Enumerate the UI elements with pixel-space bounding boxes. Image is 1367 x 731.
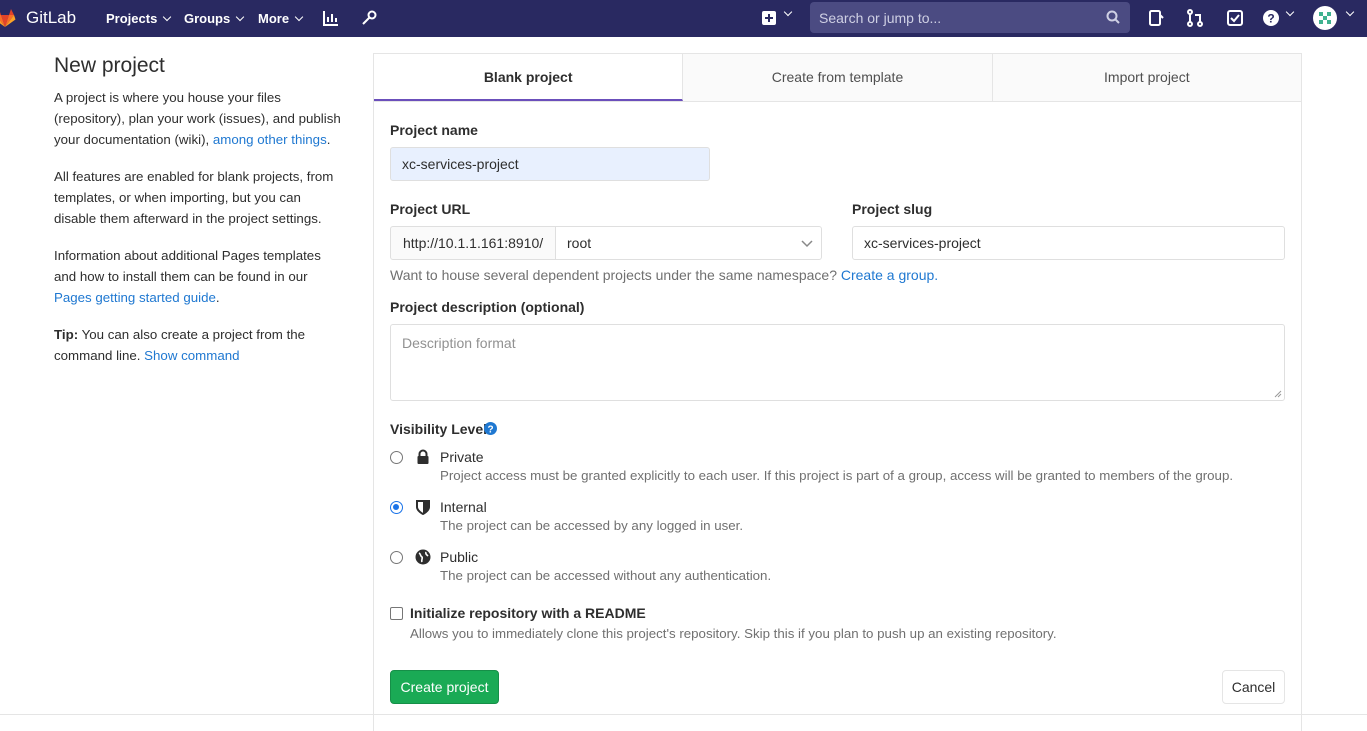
project-name-label: Project name bbox=[390, 122, 478, 138]
intro-paragraph: A project is where you house your files … bbox=[54, 87, 344, 150]
init-readme-checkbox[interactable] bbox=[390, 607, 403, 620]
visibility-public-title: Public bbox=[440, 549, 479, 565]
cancel-button[interactable]: Cancel bbox=[1222, 670, 1285, 704]
project-slug-label: Project slug bbox=[852, 201, 933, 217]
features-paragraph: All features are enabled for blank proje… bbox=[54, 169, 334, 226]
question-circle-icon[interactable]: ? bbox=[484, 422, 497, 435]
url-prefix: http://10.1.1.161:8910/ bbox=[390, 226, 556, 260]
nav-more-label: More bbox=[258, 11, 290, 26]
search-input[interactable]: Search or jump to... bbox=[810, 2, 1130, 33]
init-readme-label[interactable]: Initialize repository with a README bbox=[410, 605, 646, 621]
visibility-public-radio[interactable] bbox=[390, 551, 403, 564]
project-slug-value: xc-services-project bbox=[864, 235, 981, 251]
search-placeholder: Search or jump to... bbox=[819, 10, 942, 26]
project-name-input[interactable]: xc-services-project bbox=[390, 147, 710, 181]
tip-paragraph: Tip: You can also create a project from … bbox=[54, 324, 344, 366]
pages-text: Information about additional Pages templ… bbox=[54, 248, 321, 284]
tab-create-from-template[interactable]: Create from template bbox=[683, 54, 993, 101]
nav-projects-label: Projects bbox=[106, 11, 158, 26]
tab-blank-project[interactable]: Blank project bbox=[374, 54, 684, 101]
chevron-down-icon bbox=[235, 12, 245, 21]
init-readme-desc: Allows you to immediately clone this pro… bbox=[410, 626, 1057, 641]
activity-chart-icon[interactable] bbox=[322, 9, 340, 27]
todo-icon[interactable] bbox=[1226, 9, 1244, 27]
shield-icon bbox=[416, 500, 430, 515]
visibility-label-text: Visibility Level bbox=[390, 421, 488, 437]
description-label: Project description (optional) bbox=[390, 299, 585, 315]
tip-label: Tip: bbox=[54, 327, 79, 342]
create-group-link[interactable]: Create a group. bbox=[841, 267, 938, 283]
plus-square-icon[interactable] bbox=[762, 11, 776, 25]
visibility-private-radio[interactable] bbox=[390, 451, 403, 464]
nav-projects[interactable]: Projects bbox=[106, 11, 172, 26]
among-other-things-link[interactable]: among other things bbox=[213, 132, 327, 147]
nav-groups[interactable]: Groups bbox=[184, 11, 245, 26]
visibility-private-title: Private bbox=[440, 449, 484, 465]
search-icon bbox=[1106, 10, 1120, 24]
url-prefix-text: http://10.1.1.161:8910/ bbox=[403, 235, 544, 251]
chevron-down-icon bbox=[801, 240, 813, 248]
group-help: Want to house several dependent projects… bbox=[390, 267, 841, 283]
globe-icon bbox=[415, 549, 431, 565]
visibility-internal-title: Internal bbox=[440, 499, 487, 515]
admin-wrench-icon[interactable] bbox=[360, 9, 378, 27]
bottom-divider bbox=[0, 714, 1367, 715]
visibility-private-desc: Project access must be granted explicitl… bbox=[440, 468, 1234, 483]
show-command-link[interactable]: Show command bbox=[144, 348, 239, 363]
tab-import-project[interactable]: Import project bbox=[992, 54, 1301, 101]
resize-handle-icon[interactable] bbox=[1274, 390, 1282, 398]
new-project-sidebar: New project A project is where you house… bbox=[54, 54, 344, 382]
namespace-value: root bbox=[567, 235, 592, 251]
group-help-text: Want to house several dependent projects… bbox=[390, 267, 938, 283]
chevron-down-icon bbox=[294, 12, 304, 21]
pages-guide-link[interactable]: Pages getting started guide bbox=[54, 290, 216, 305]
top-navbar: GitLab Projects Groups More Search or ju… bbox=[0, 0, 1367, 37]
chevron-down-icon[interactable] bbox=[1345, 7, 1355, 17]
project-tabs: Blank project Create from template Impor… bbox=[374, 54, 1301, 102]
pages-paragraph: Information about additional Pages templ… bbox=[54, 245, 344, 308]
chevron-down-icon[interactable] bbox=[1285, 7, 1295, 17]
project-slug-input[interactable]: xc-services-project bbox=[852, 226, 1285, 260]
chevron-down-icon bbox=[163, 12, 172, 21]
visibility-public-desc: The project can be accessed without any … bbox=[440, 568, 772, 583]
description-textarea[interactable]: Description format bbox=[390, 324, 1285, 401]
create-project-button[interactable]: Create project bbox=[390, 670, 499, 704]
visibility-level-label: Visibility Level bbox=[390, 421, 487, 437]
page-title: New project bbox=[54, 54, 165, 77]
help-icon[interactable]: ? bbox=[1262, 9, 1280, 27]
visibility-internal-radio[interactable] bbox=[390, 501, 403, 514]
svg-text:?: ? bbox=[487, 425, 493, 436]
issues-icon[interactable] bbox=[1147, 9, 1165, 27]
merge-request-icon[interactable] bbox=[1186, 9, 1204, 27]
project-name-value: xc-services-project bbox=[402, 156, 519, 172]
intro-end: . bbox=[326, 132, 331, 147]
pages-end: . bbox=[215, 290, 220, 305]
project-url-label: Project URL bbox=[390, 201, 471, 217]
description-placeholder: Description format bbox=[402, 335, 516, 351]
brand-name[interactable]: GitLab bbox=[26, 8, 76, 28]
gitlab-logo[interactable] bbox=[0, 7, 16, 29]
nav-more[interactable]: More bbox=[258, 11, 304, 26]
visibility-internal-desc: The project can be accessed by any logge… bbox=[440, 518, 744, 533]
chevron-down-icon[interactable] bbox=[783, 7, 793, 17]
nav-groups-label: Groups bbox=[184, 11, 231, 26]
avatar[interactable] bbox=[1313, 6, 1337, 30]
svg-text:?: ? bbox=[1267, 12, 1274, 26]
namespace-select[interactable]: root bbox=[555, 226, 822, 260]
lock-icon bbox=[417, 449, 429, 464]
